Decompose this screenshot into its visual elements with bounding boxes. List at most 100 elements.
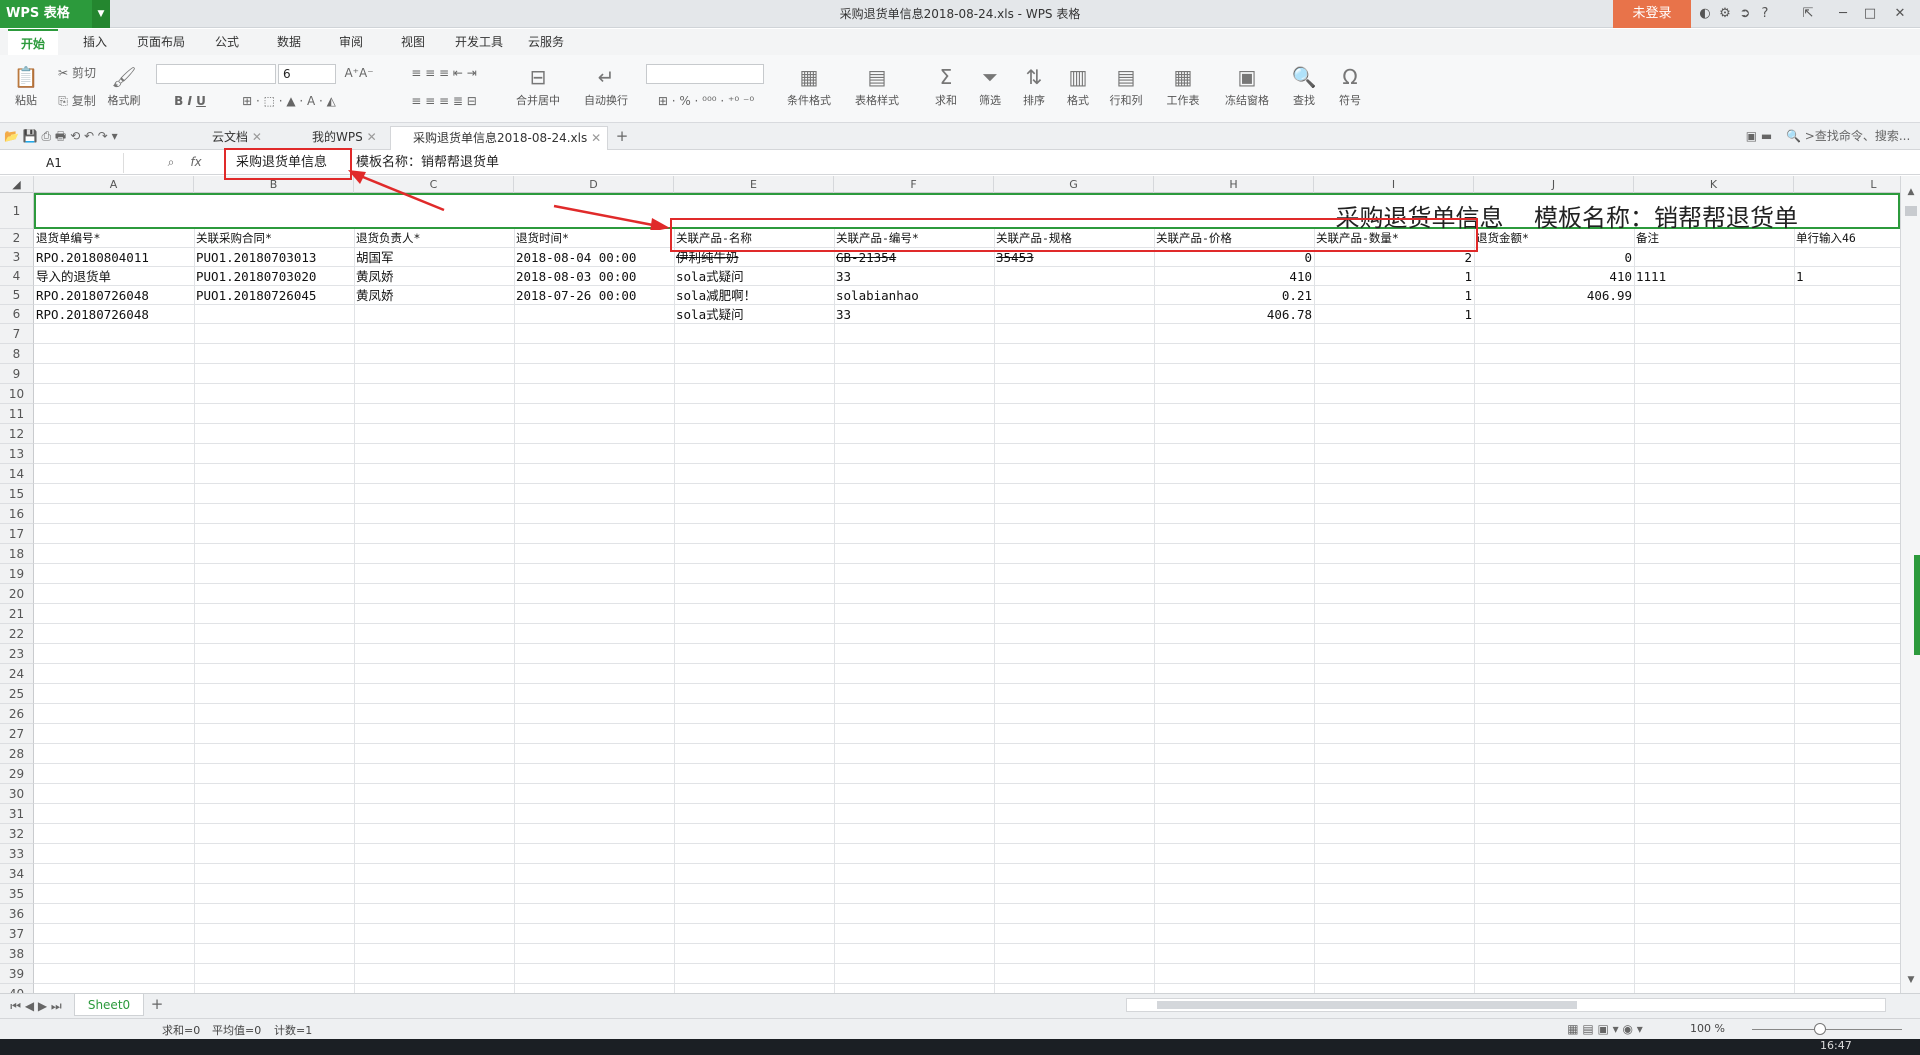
zoom-level[interactable]: 100 %: [1690, 1022, 1725, 1035]
login-button[interactable]: 未登录: [1613, 0, 1691, 28]
sheet-tab[interactable]: Sheet0: [74, 994, 144, 1016]
row-header[interactable]: 4: [0, 267, 34, 286]
table-cell[interactable]: PUO1.20180703013: [194, 248, 354, 267]
row-header[interactable]: 16: [0, 504, 34, 524]
sheet-nav-icons[interactable]: ⏮ ◀ ▶ ⏭: [6, 998, 66, 1014]
copy-button[interactable]: ⎘ 复制: [52, 93, 102, 109]
table-cell[interactable]: 410: [1154, 267, 1314, 286]
header-cell[interactable]: 退货金额*: [1474, 229, 1634, 248]
row-header[interactable]: 2: [0, 229, 34, 248]
row-header[interactable]: 20: [0, 584, 34, 604]
close-icon[interactable]: ✕: [367, 130, 377, 144]
name-box[interactable]: A1: [4, 153, 124, 173]
row-header[interactable]: 29: [0, 764, 34, 784]
row-header[interactable]: 14: [0, 464, 34, 484]
filter-button[interactable]: ⏷ 筛选: [972, 65, 1008, 108]
table-cell[interactable]: 1: [1314, 305, 1474, 324]
row-header[interactable]: 34: [0, 864, 34, 884]
maximize-icon[interactable]: □: [1862, 6, 1878, 22]
table-cell[interactable]: sola式疑问: [674, 267, 834, 286]
new-tab-button[interactable]: +: [612, 128, 632, 144]
row-header[interactable]: 32: [0, 824, 34, 844]
sort-button[interactable]: ⇅ 排序: [1016, 65, 1052, 108]
row-header[interactable]: 13: [0, 444, 34, 464]
table-cell[interactable]: 406.99: [1474, 286, 1634, 305]
col-header-e[interactable]: E: [674, 176, 834, 193]
row-header[interactable]: 27: [0, 724, 34, 744]
row-header[interactable]: 11: [0, 404, 34, 424]
add-sheet-button[interactable]: +: [148, 996, 166, 1012]
row-header[interactable]: 40: [0, 984, 34, 993]
row-header[interactable]: 1: [0, 193, 34, 229]
freeze-panes-button[interactable]: ▣ 冻结窗格: [1216, 65, 1278, 108]
tab-page-layout[interactable]: 页面布局: [130, 29, 192, 55]
row-header[interactable]: 17: [0, 524, 34, 544]
skin-icon[interactable]: ◐: [1697, 6, 1713, 22]
row-header[interactable]: 30: [0, 784, 34, 804]
row-header[interactable]: 25: [0, 684, 34, 704]
row-header[interactable]: 31: [0, 804, 34, 824]
tab-cloud[interactable]: 云服务: [518, 29, 574, 55]
table-cell[interactable]: 1111: [1634, 267, 1794, 286]
row-header[interactable]: 21: [0, 604, 34, 624]
number-format-buttons[interactable]: ⊞ · % · ⁰⁰⁰ · ⁺⁰ ⁻⁰: [646, 93, 766, 109]
fx-icon[interactable]: fx: [186, 154, 206, 170]
row-header[interactable]: 24: [0, 664, 34, 684]
command-search[interactable]: 🔍 >查找命令、搜索...: [1786, 128, 1916, 144]
row-header[interactable]: 5: [0, 286, 34, 305]
table-cell[interactable]: PUO1.20180726045: [194, 286, 354, 305]
row-header[interactable]: 39: [0, 964, 34, 984]
table-cell[interactable]: RPO.20180726048: [34, 305, 194, 324]
col-header-h[interactable]: H: [1154, 176, 1314, 193]
cut-button[interactable]: ✂ 剪切: [52, 65, 102, 81]
quick-access-toolbar[interactable]: 📂 💾 ⎙ 🖶 ⟲ ↶ ↷ ▾: [4, 128, 164, 144]
header-cell[interactable]: 单行输入46: [1794, 229, 1900, 248]
close-icon[interactable]: ✕: [252, 130, 262, 144]
scroll-down-icon[interactable]: ▼: [1904, 972, 1918, 988]
horizontal-scroll-thumb[interactable]: [1157, 1001, 1577, 1009]
table-cell[interactable]: 胡国军: [354, 248, 514, 267]
header-cell[interactable]: 备注: [1634, 229, 1794, 248]
table-style-button[interactable]: ▤ 表格样式: [846, 65, 908, 108]
col-header-j[interactable]: J: [1474, 176, 1634, 193]
symbol-button[interactable]: Ω 符号: [1330, 65, 1370, 108]
row-header[interactable]: 19: [0, 564, 34, 584]
align-top-row[interactable]: ≡ ≡ ≡ ⇤ ⇥: [396, 65, 492, 81]
row-header[interactable]: 7: [0, 324, 34, 344]
table-cell[interactable]: 2018-08-04 00:00: [514, 248, 674, 267]
col-header-a[interactable]: A: [34, 176, 194, 193]
tab-developer[interactable]: 开发工具: [448, 29, 510, 55]
row-header[interactable]: 10: [0, 384, 34, 404]
tab-my-wps[interactable]: 我的WPS ✕: [290, 126, 382, 150]
format-painter-button[interactable]: 🖌 格式刷: [104, 65, 144, 108]
paste-button[interactable]: 📋 粘贴: [6, 65, 46, 108]
row-header[interactable]: 15: [0, 484, 34, 504]
zoom-slider[interactable]: [1752, 1029, 1902, 1030]
table-cell[interactable]: 33: [834, 267, 994, 286]
table-cell[interactable]: 0: [1474, 248, 1634, 267]
tab-home[interactable]: 开始: [8, 29, 58, 55]
sum-button[interactable]: Σ 求和: [928, 65, 964, 108]
table-cell[interactable]: 2018-07-26 00:00: [514, 286, 674, 305]
row-header[interactable]: 33: [0, 844, 34, 864]
close-icon[interactable]: ✕: [1892, 6, 1908, 22]
row-header[interactable]: 9: [0, 364, 34, 384]
table-cell[interactable]: 406.78: [1154, 305, 1314, 324]
side-panel-handle[interactable]: [1914, 555, 1920, 655]
table-cell[interactable]: sola减肥啊！: [674, 286, 834, 305]
table-cell[interactable]: 黄凤娇: [354, 267, 514, 286]
select-all-corner[interactable]: ◢: [0, 176, 34, 193]
font-family-select[interactable]: [156, 64, 276, 84]
row-header[interactable]: 37: [0, 924, 34, 944]
tab-review[interactable]: 审阅: [326, 29, 376, 55]
row-header[interactable]: 38: [0, 944, 34, 964]
row-header[interactable]: 35: [0, 884, 34, 904]
horizontal-scrollbar[interactable]: [1126, 998, 1886, 1012]
zoom-icon[interactable]: ⌕: [162, 154, 180, 170]
col-header-f[interactable]: F: [834, 176, 994, 193]
wrap-text-button[interactable]: ↵ 自动换行: [576, 65, 636, 108]
table-cell[interactable]: 1: [1314, 286, 1474, 305]
find-button[interactable]: 🔍 查找: [1284, 65, 1324, 108]
header-cell[interactable]: 退货负责人*: [354, 229, 514, 248]
wps-menu-button[interactable]: WPS 表格 ▼: [0, 0, 110, 28]
